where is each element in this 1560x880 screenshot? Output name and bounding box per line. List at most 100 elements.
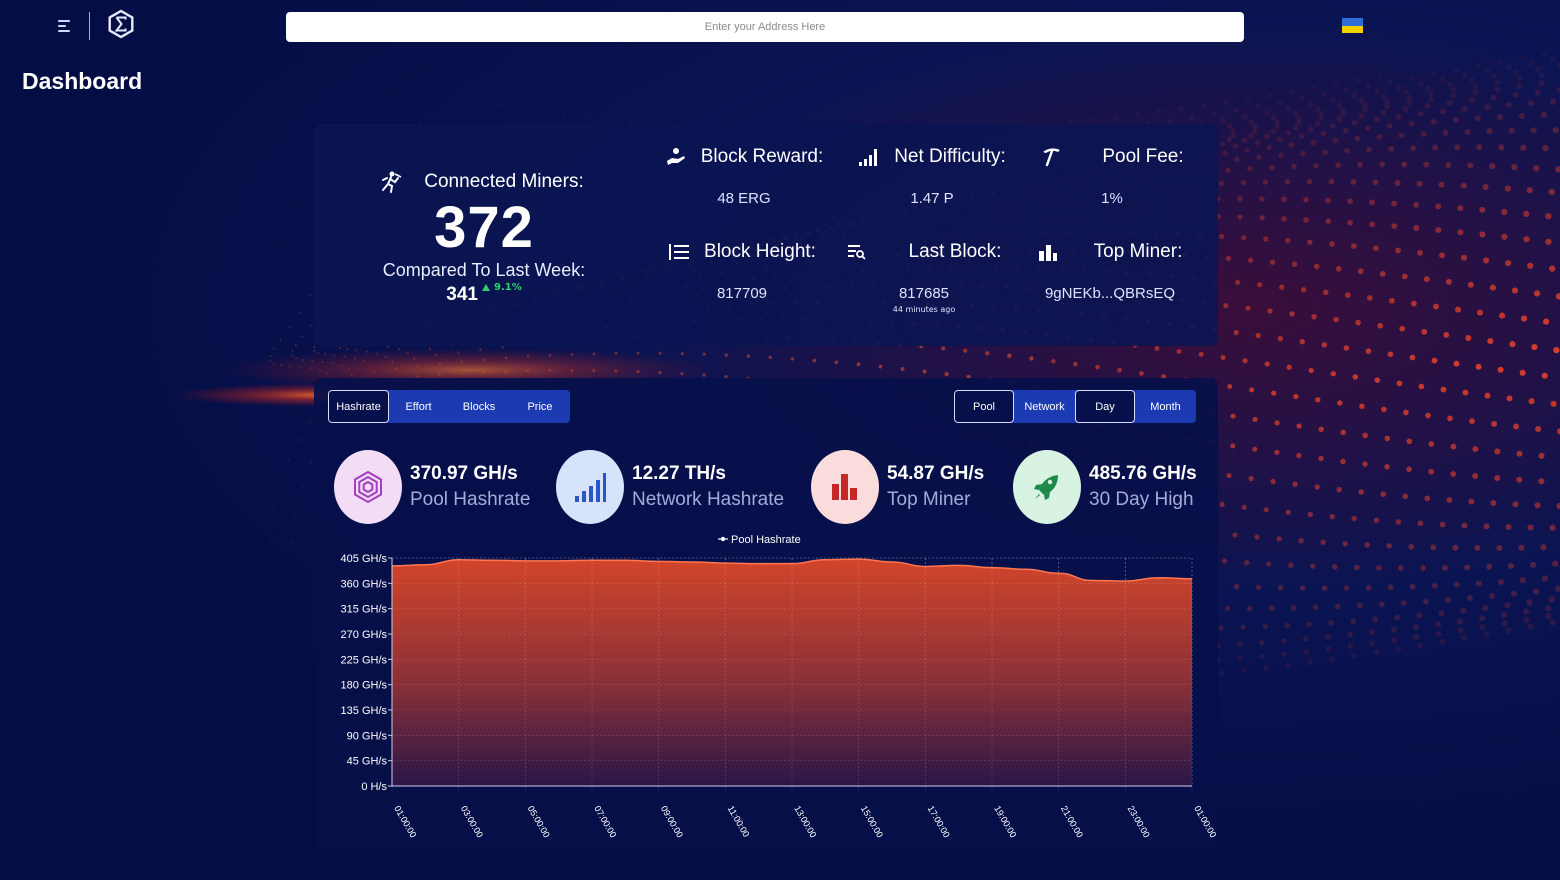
chart-mode-tabs: Hashrate Effort Blocks Price xyxy=(328,390,570,423)
sigma-logo-icon[interactable] xyxy=(106,9,136,39)
background-dot xyxy=(1411,300,1417,307)
background-dot xyxy=(1318,115,1324,122)
background-dot xyxy=(1343,87,1349,94)
tab-pool[interactable]: Pool xyxy=(954,390,1014,423)
background-dot xyxy=(614,351,618,355)
background-dot xyxy=(1552,560,1559,567)
background-dot xyxy=(1541,575,1549,582)
background-dot xyxy=(269,537,272,540)
background-dot xyxy=(1516,83,1523,90)
background-dot xyxy=(548,369,552,372)
menu-toggle-button[interactable] xyxy=(58,16,78,36)
background-dot xyxy=(1475,580,1482,587)
tab-network[interactable]: Network xyxy=(1014,390,1075,423)
y-tick-label: 45 GH/s xyxy=(347,756,388,768)
background-dot xyxy=(339,346,342,350)
bar-chart-icon xyxy=(811,450,879,524)
background-dot xyxy=(702,373,706,377)
tab-day[interactable]: Day xyxy=(1075,390,1135,423)
background-dot xyxy=(1281,196,1287,202)
background-dot xyxy=(1051,358,1056,364)
background-dot xyxy=(1506,63,1513,71)
connected-miners-count: 372 xyxy=(434,195,534,260)
background-dot xyxy=(1389,297,1395,304)
background-dot xyxy=(1521,315,1528,322)
background-dot xyxy=(1504,185,1511,192)
background-dot xyxy=(1489,284,1496,291)
background-dot xyxy=(313,345,316,348)
y-tick-label: 315 GH/s xyxy=(341,604,388,616)
pool-hashrate-label: Pool Hashrate xyxy=(410,489,531,510)
background-dot xyxy=(1285,509,1291,515)
y-tick-label: 0 H/s xyxy=(361,781,387,793)
background-dot xyxy=(1487,338,1494,345)
chart-legend[interactable]: Pool Hashrate xyxy=(718,534,801,546)
background-dot xyxy=(1384,435,1391,442)
background-dot xyxy=(1431,71,1437,77)
background-dot xyxy=(1244,147,1250,153)
background-dot xyxy=(1556,503,1560,510)
x-tick-label: 21:00:00 xyxy=(1059,804,1085,839)
background-dot xyxy=(1494,79,1501,86)
tab-price[interactable]: Price xyxy=(510,390,570,423)
background-dot xyxy=(1435,203,1442,210)
background-dot xyxy=(1432,144,1439,151)
background-dot xyxy=(1511,287,1519,294)
background-dot xyxy=(1270,478,1276,485)
background-dot xyxy=(1226,123,1232,129)
background-dot xyxy=(280,364,283,367)
top-miner-address[interactable]: 9gNEKb...QBRsEQ xyxy=(1020,285,1200,302)
background-dot xyxy=(269,359,272,362)
background-dot xyxy=(1484,392,1491,399)
background-dot xyxy=(1314,484,1320,490)
background-dot xyxy=(1237,655,1243,662)
background-dot xyxy=(317,352,320,355)
background-dot xyxy=(1313,263,1320,270)
background-dot xyxy=(1335,162,1341,168)
background-dot xyxy=(1472,82,1479,89)
background-dot xyxy=(496,104,500,108)
background-dot xyxy=(1325,634,1331,640)
background-dot xyxy=(375,352,379,355)
background-dot xyxy=(1320,539,1326,546)
background-dot xyxy=(1420,565,1426,571)
background-dot xyxy=(1453,581,1460,588)
background-dot xyxy=(331,106,334,109)
address-search-input[interactable] xyxy=(286,12,1244,42)
background-dot xyxy=(1391,637,1398,644)
background-dot xyxy=(1291,261,1298,267)
background-dot xyxy=(1457,205,1464,212)
background-dot xyxy=(1277,335,1283,342)
background-dot xyxy=(1306,178,1313,185)
background-dot xyxy=(1247,166,1253,172)
background-dot xyxy=(1428,441,1435,447)
background-dot xyxy=(1244,560,1250,566)
background-dot xyxy=(1378,601,1385,608)
menu-line-icon xyxy=(58,30,70,32)
background-dot xyxy=(428,347,432,351)
background-dot xyxy=(362,360,365,363)
background-dot xyxy=(1307,659,1313,665)
background-dot xyxy=(1439,638,1446,645)
background-dot xyxy=(1321,91,1327,98)
background-dot xyxy=(269,568,272,570)
tab-effort[interactable]: Effort xyxy=(389,390,448,423)
background-dot xyxy=(365,350,368,353)
background-dot xyxy=(1266,144,1272,151)
background-dot xyxy=(1416,612,1423,619)
background-dot xyxy=(1447,415,1453,422)
background-dot xyxy=(1505,260,1512,267)
background-dot xyxy=(1369,640,1376,647)
background-dot xyxy=(1351,515,1358,522)
tab-hashrate[interactable]: Hashrate xyxy=(328,390,389,423)
background-dot xyxy=(350,373,353,376)
thirty-day-high-label: 30 Day High xyxy=(1089,489,1194,510)
top-miner-hashrate-label: Top Miner xyxy=(887,489,971,510)
background-dot xyxy=(1347,219,1354,226)
background-dot xyxy=(1475,62,1482,69)
background-dot xyxy=(1354,564,1360,571)
tab-blocks[interactable]: Blocks xyxy=(448,390,510,423)
background-dot xyxy=(1289,311,1295,317)
tab-month[interactable]: Month xyxy=(1135,390,1196,423)
background-dot xyxy=(614,369,618,373)
